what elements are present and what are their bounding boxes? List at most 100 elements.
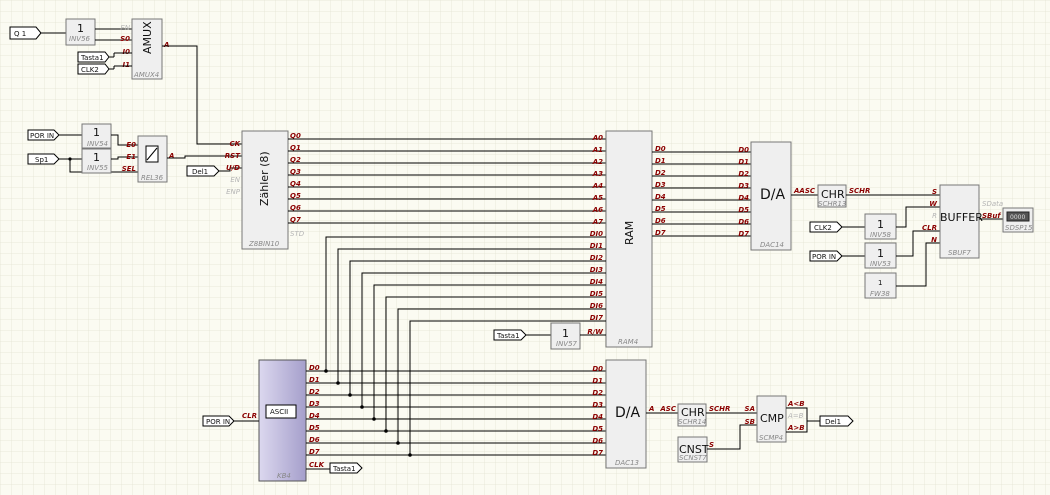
counter-label: Z8BIN10 — [248, 240, 280, 248]
fw38-symbol: 1 — [878, 279, 882, 287]
block-fw38[interactable]: 1 FW38 — [864, 272, 897, 299]
inv56-symbol: 1 — [77, 22, 84, 35]
counter-pin-ud: U/D — [226, 164, 240, 172]
ram-title: RAM — [623, 221, 636, 245]
dac14-out: AASC — [793, 187, 816, 195]
dac13-pin-d1: D1 — [592, 377, 603, 385]
tag-por-in-buf[interactable]: POR IN — [809, 250, 843, 262]
inv57-symbol: 1 — [562, 327, 569, 340]
ram-pin-a4: A4 — [592, 182, 603, 190]
tag-sp1[interactable]: Sp1 — [27, 153, 60, 165]
tag-por-in-1[interactable]: POR IN — [27, 129, 60, 141]
block-sdsp15[interactable]: 0000 SDSP15 — [1002, 207, 1034, 233]
dac14-pin-d4: D4 — [738, 194, 749, 202]
ram-pin-a0: A0 — [592, 134, 603, 142]
tag-tasta1-kb-label: Tasta1 — [332, 465, 356, 473]
buffer-label: SBUF7 — [948, 249, 971, 257]
tag-clk2-buf-label: CLK2 — [814, 224, 832, 232]
buffer-pin-w: W — [929, 200, 937, 208]
inv55-symbol: 1 — [93, 151, 100, 164]
cnst-label: SCNST7 — [679, 454, 707, 462]
inv56-label: INV56 — [69, 35, 91, 43]
tag-tasta1-kb[interactable]: Tasta1 — [329, 462, 363, 474]
cmp-out-gt: A>B — [787, 424, 805, 432]
ram-pin-a7: A7 — [592, 218, 603, 226]
dac14-pin-d0: D0 — [738, 146, 749, 154]
ram-pin-a5: A5 — [592, 194, 603, 202]
sdsp15-screen-text: 0000 — [1010, 214, 1025, 221]
tag-sp1-label: Sp1 — [35, 156, 48, 164]
amux-pin-a: A — [163, 41, 169, 49]
chr13-out: SCHR — [849, 187, 870, 195]
amux-title: AMUX — [141, 21, 154, 54]
cmp-title: CMP — [760, 412, 784, 425]
inv58-label: INV58 — [870, 231, 892, 239]
amux-pin-i0: I0 — [123, 48, 131, 56]
block-dac13[interactable]: D/A D0 D1 D2 D3 D4 D5 D6 D7 A DAC13 — [592, 359, 654, 469]
ram-pin-a6: A6 — [592, 206, 603, 214]
tag-tasta1-ram-label: Tasta1 — [496, 332, 520, 340]
dac13-pin-d2: D2 — [592, 389, 603, 397]
kb4-title: ASCII — [270, 408, 288, 416]
fw38-label: FW38 — [870, 290, 890, 298]
buffer-title: BUFFER — [940, 211, 983, 224]
buffer-out-sdata: SData — [982, 200, 1003, 208]
dac14-pin-d7: D7 — [738, 230, 749, 238]
ram-pin-a3: A3 — [592, 170, 603, 178]
dac13-pin-d6: D6 — [592, 437, 603, 445]
counter-pin-enp: ENP — [226, 188, 241, 196]
tag-q1[interactable]: Q 1 — [9, 26, 42, 40]
tag-tasta1-top-label: Tasta1 — [80, 54, 104, 62]
rel36-label: REL36 — [141, 174, 164, 182]
tag-tasta1-top[interactable]: Tasta1 — [77, 51, 110, 63]
inv54-symbol: 1 — [93, 126, 100, 139]
kb4-label: KB4 — [277, 472, 291, 480]
rel-pin-e1: E1 — [126, 153, 136, 161]
inv55-label: INV55 — [87, 164, 109, 172]
cmp-out-eq: A=B — [787, 412, 804, 420]
rel-pin-e0: E0 — [126, 141, 136, 149]
rel-pin-sel: SEL — [122, 165, 136, 173]
ram-pin-a1: A1 — [592, 146, 603, 154]
buffer-pin-r: R — [932, 212, 937, 220]
block-inv57[interactable]: 1 INV57 — [550, 322, 581, 350]
tag-del1-cmp[interactable]: Del1 — [819, 415, 854, 427]
dac13-pin-d0: D0 — [592, 365, 603, 373]
amux-pin-en: EN — [120, 24, 130, 32]
block-inv55[interactable]: 1 INV55 — [81, 148, 112, 174]
dac13-pin-d5: D5 — [592, 425, 603, 433]
dac14-pin-d6: D6 — [738, 218, 749, 226]
chr14-pin-asc: ASC — [659, 405, 676, 413]
tag-por-in-kb[interactable]: POR IN — [202, 415, 235, 427]
schematic-canvas[interactable]: Q 1 1 INV56 AMUX EN S0 I0 I1 A AMUX4 Tas… — [0, 0, 1050, 495]
cmp-pin-sb: SB — [745, 418, 755, 426]
dac14-pin-d3: D3 — [738, 182, 749, 190]
dac13-title: D/A — [615, 405, 640, 421]
tag-clk2-top[interactable]: CLK2 — [77, 63, 110, 75]
buffer-pin-n: N — [931, 236, 937, 244]
chr14-out: SCHR — [709, 405, 730, 413]
counter-out-std: STD — [290, 230, 305, 238]
tag-clk2-buf[interactable]: CLK2 — [809, 221, 843, 233]
inv54-label: INV54 — [87, 140, 108, 148]
tag-del1-left[interactable]: Del1 — [186, 165, 220, 177]
block-inv53[interactable]: 1 INV53 — [864, 242, 897, 269]
dac13-label: DAC13 — [615, 459, 639, 467]
counter-pin-rst: RST — [225, 152, 241, 160]
amux-pin-i1: I1 — [123, 61, 131, 69]
dac13-out: A — [648, 405, 654, 413]
buffer-pin-clr: CLR — [922, 224, 937, 232]
kb4-pin-clr: CLR — [242, 412, 257, 420]
tag-tasta1-ram[interactable]: Tasta1 — [493, 329, 527, 341]
block-inv58[interactable]: 1 INV58 — [864, 213, 897, 240]
counter-title: Zähler (8) — [258, 151, 271, 206]
cmp-pin-sa: SA — [745, 405, 755, 413]
tag-clk2-top-label: CLK2 — [81, 66, 99, 74]
tag-del1-left-label: Del1 — [192, 168, 208, 176]
dac13-pin-d7: D7 — [592, 449, 603, 457]
cnst-out: S — [709, 441, 714, 449]
block-inv56[interactable]: 1 INV56 — [65, 18, 96, 46]
tag-por-in-kb-label: POR IN — [206, 418, 230, 426]
dac14-pin-d2: D2 — [738, 170, 749, 178]
block-inv54[interactable]: 1 INV54 — [81, 123, 112, 149]
